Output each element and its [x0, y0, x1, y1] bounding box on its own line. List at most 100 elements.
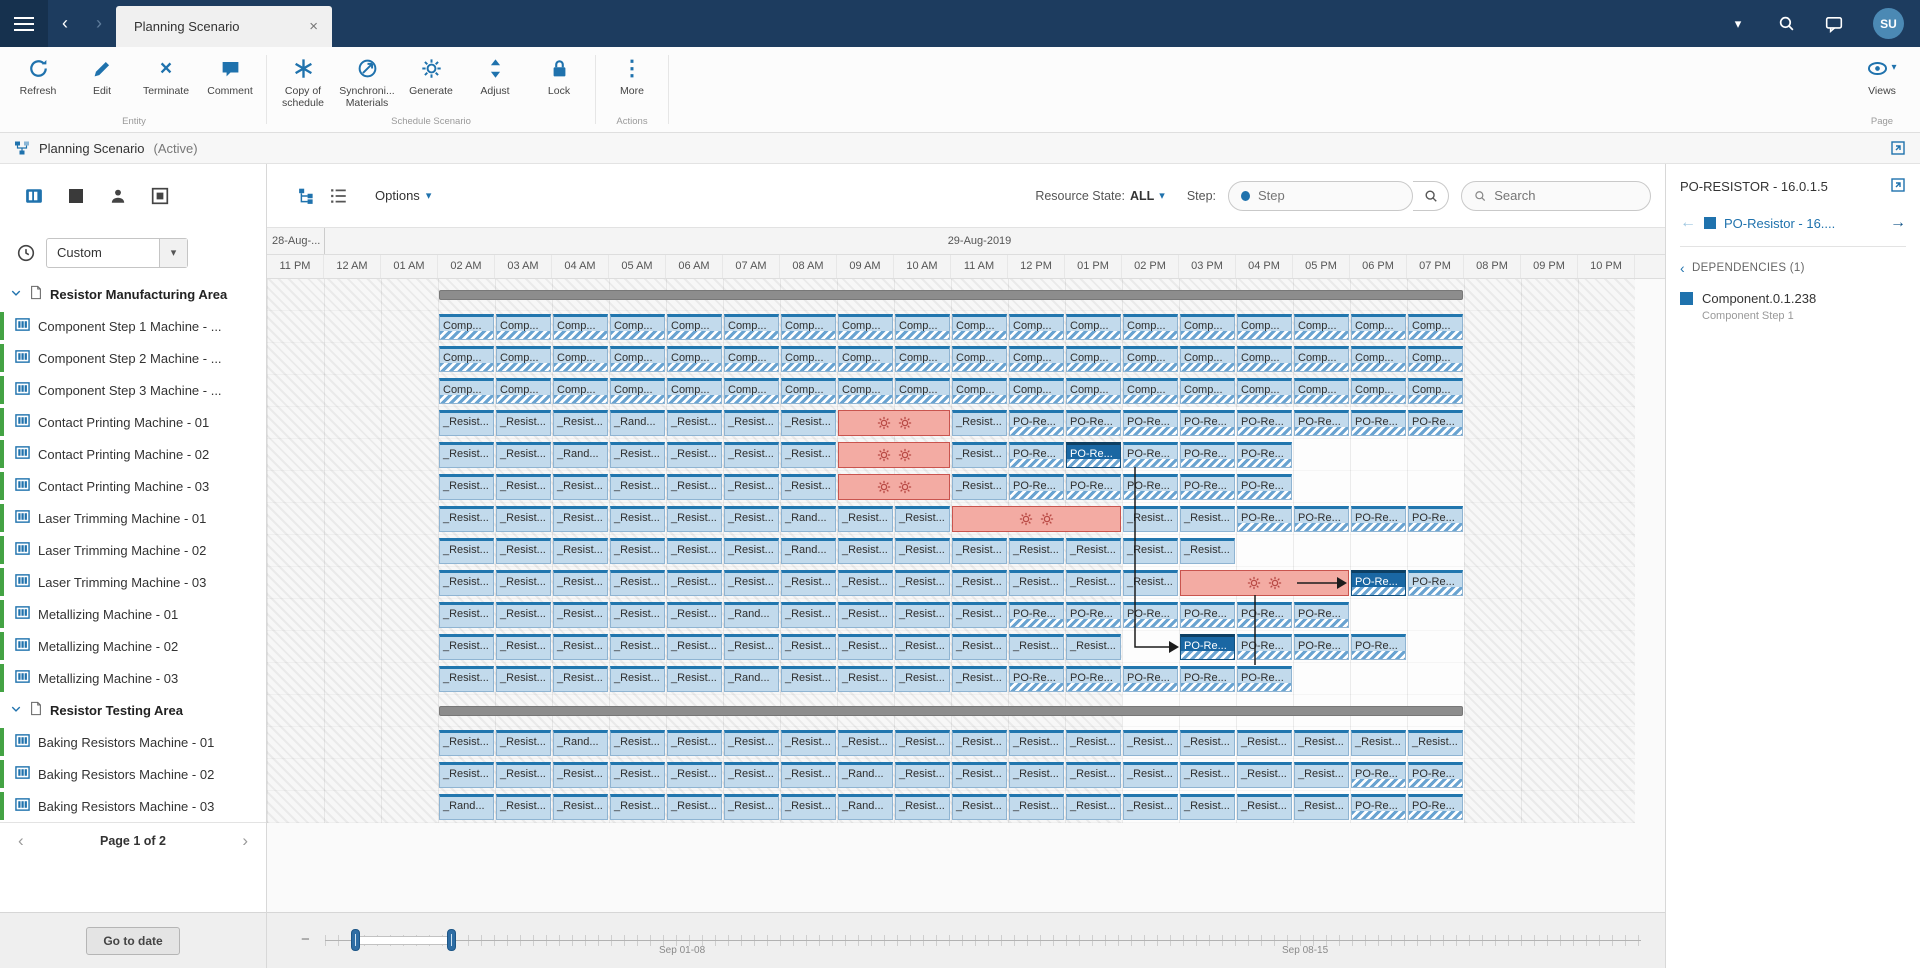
task-bar[interactable]: PO-Re... — [1180, 634, 1235, 660]
task-bar[interactable]: _Resist... — [1237, 762, 1292, 788]
task-bar[interactable]: _Resist... — [496, 474, 551, 500]
task-bar[interactable]: Comp... — [1351, 314, 1406, 340]
task-bar[interactable]: PO-Re... — [1237, 634, 1292, 660]
task-bar[interactable]: PO-Re... — [1009, 410, 1064, 436]
task-bar[interactable]: _Resist... — [1294, 730, 1349, 756]
task-bar[interactable]: Comp... — [1123, 346, 1178, 372]
task-bar[interactable]: _Resist... — [1294, 794, 1349, 820]
tree-machine-row[interactable]: Contact Printing Machine - 03 — [0, 470, 266, 502]
task-bar[interactable]: Comp... — [1009, 314, 1064, 340]
hamburger-menu-icon[interactable] — [0, 0, 48, 47]
square-view-icon[interactable] — [66, 186, 86, 206]
task-bar[interactable]: PO-Re... — [1066, 442, 1121, 468]
task-bar[interactable]: _Resist... — [724, 442, 779, 468]
expand-details-icon[interactable] — [1890, 177, 1906, 193]
task-bar[interactable]: _Resist... — [781, 794, 836, 820]
task-bar[interactable]: Comp... — [610, 314, 665, 340]
task-bar[interactable]: Comp... — [895, 378, 950, 404]
task-bar[interactable]: Comp... — [781, 314, 836, 340]
task-bar[interactable]: _Resist... — [1066, 538, 1121, 564]
task-bar[interactable]: Comp... — [1237, 314, 1292, 340]
task-bar[interactable]: _Resist... — [667, 730, 722, 756]
task-bar[interactable]: Comp... — [553, 314, 608, 340]
page-next-button[interactable]: › — [242, 831, 248, 851]
task-bar[interactable]: PO-Re... — [1237, 602, 1292, 628]
task-bar[interactable]: PO-Re... — [1123, 442, 1178, 468]
task-bar[interactable]: _Resist... — [610, 506, 665, 532]
tree-machine-row[interactable]: Contact Printing Machine - 01 — [0, 406, 266, 438]
task-bar[interactable]: PO-Re... — [1237, 666, 1292, 692]
task-bar[interactable]: Comp... — [1066, 314, 1121, 340]
task-bar[interactable]: PO-Re... — [1408, 762, 1463, 788]
comment-button[interactable]: Comment — [198, 47, 262, 113]
task-bar[interactable]: Comp... — [1408, 378, 1463, 404]
scrubber-handle-end[interactable] — [447, 929, 456, 951]
tree-machine-row[interactable]: Component Step 3 Machine - ... — [0, 374, 266, 406]
task-bar[interactable]: _Resist... — [1123, 538, 1178, 564]
task-bar[interactable]: Comp... — [1351, 346, 1406, 372]
task-bar[interactable]: _Resist... — [724, 410, 779, 436]
task-bar[interactable]: _Resist... — [439, 634, 494, 660]
task-bar[interactable]: _Resist... — [724, 474, 779, 500]
task-bar[interactable]: Comp... — [667, 346, 722, 372]
task-bar[interactable]: _Resist... — [553, 570, 608, 596]
tab-back-button[interactable]: ‹ — [48, 0, 82, 47]
task-bar[interactable]: _Resist... — [952, 602, 1007, 628]
task-bar[interactable]: _Rand... — [781, 538, 836, 564]
task-bar[interactable]: Comp... — [553, 378, 608, 404]
task-bar[interactable]: _Resist... — [1009, 730, 1064, 756]
task-bar[interactable]: _Resist... — [895, 666, 950, 692]
task-bar[interactable]: PO-Re... — [1351, 762, 1406, 788]
tree-machine-row[interactable]: Component Step 1 Machine - ... — [0, 310, 266, 342]
tree-machine-row[interactable]: Contact Printing Machine - 02 — [0, 438, 266, 470]
task-bar[interactable]: Comp... — [1351, 378, 1406, 404]
task-bar[interactable]: Comp... — [1408, 314, 1463, 340]
task-bar[interactable]: _Resist... — [781, 442, 836, 468]
task-bar[interactable]: _Resist... — [895, 794, 950, 820]
task-bar[interactable]: _Resist... — [667, 602, 722, 628]
task-bar[interactable]: _Resist... — [1294, 762, 1349, 788]
dependency-item[interactable]: Component.0.1.238 Component Step 1 — [1680, 291, 1906, 322]
task-bar[interactable]: PO-Re... — [1180, 474, 1235, 500]
operator-view-icon[interactable] — [108, 186, 128, 206]
task-bar[interactable]: PO-Re... — [1123, 602, 1178, 628]
task-bar[interactable]: PO-Re... — [1294, 506, 1349, 532]
task-bar[interactable]: Comp... — [496, 314, 551, 340]
task-bar[interactable]: _Resist... — [553, 634, 608, 660]
scrubber-handle-start[interactable] — [351, 929, 360, 951]
terminate-button[interactable]: × Terminate — [134, 47, 198, 113]
conflict-bar[interactable] — [952, 506, 1121, 532]
task-bar[interactable]: PO-Re... — [1294, 602, 1349, 628]
task-bar[interactable]: _Resist... — [781, 634, 836, 660]
task-bar[interactable]: Comp... — [1294, 346, 1349, 372]
page-prev-button[interactable]: ‹ — [18, 831, 24, 851]
task-bar[interactable]: _Resist... — [610, 666, 665, 692]
task-bar[interactable]: Comp... — [1408, 346, 1463, 372]
task-bar[interactable]: _Resist... — [724, 570, 779, 596]
task-bar[interactable]: _Resist... — [1009, 570, 1064, 596]
task-bar[interactable]: _Resist... — [1123, 762, 1178, 788]
task-bar[interactable]: Comp... — [781, 378, 836, 404]
task-bar[interactable]: Comp... — [1009, 346, 1064, 372]
task-bar[interactable]: _Resist... — [667, 538, 722, 564]
task-bar[interactable]: Comp... — [724, 346, 779, 372]
task-bar[interactable]: _Resist... — [667, 442, 722, 468]
task-bar[interactable]: PO-Re... — [1066, 410, 1121, 436]
tree-machine-row[interactable]: Metallizing Machine - 03 — [0, 662, 266, 694]
task-bar[interactable]: _Resist... — [496, 666, 551, 692]
task-bar[interactable]: _Resist... — [1009, 794, 1064, 820]
task-bar[interactable]: _Resist... — [610, 570, 665, 596]
task-bar[interactable]: _Resist... — [496, 634, 551, 660]
task-bar[interactable]: _Resist... — [496, 730, 551, 756]
task-bar[interactable]: PO-Re... — [1123, 410, 1178, 436]
task-bar[interactable]: _Resist... — [1009, 538, 1064, 564]
expand-panel-icon[interactable] — [1890, 140, 1906, 156]
task-bar[interactable]: Comp... — [439, 314, 494, 340]
nav-previous-icon[interactable]: ← — [1680, 214, 1696, 232]
task-bar[interactable]: _Rand... — [838, 794, 893, 820]
task-bar[interactable]: _Resist... — [496, 410, 551, 436]
task-bar[interactable]: _Resist... — [439, 602, 494, 628]
task-bar[interactable]: _Resist... — [781, 730, 836, 756]
task-bar[interactable]: _Resist... — [895, 538, 950, 564]
task-bar[interactable]: PO-Re... — [1009, 602, 1064, 628]
